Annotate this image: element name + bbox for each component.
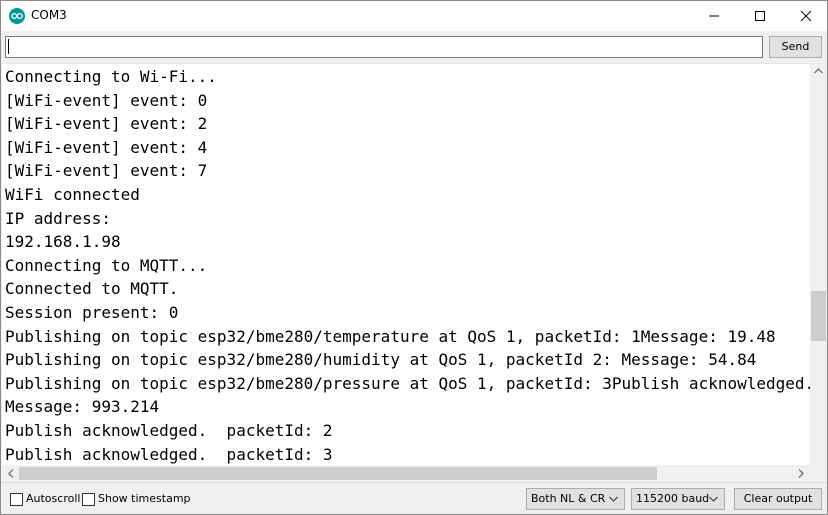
- output-line: [WiFi-event] event: 2: [5, 114, 208, 134]
- window-title: COM3: [31, 8, 67, 22]
- line-ending-value: Both NL & CR: [531, 492, 606, 505]
- show-timestamp-checkbox[interactable]: [82, 493, 95, 506]
- output-line: Connecting to Wi-Fi...: [5, 67, 217, 86]
- minimize-button[interactable]: [691, 1, 737, 31]
- output-line: [WiFi-event] event: 7: [5, 161, 208, 181]
- scroll-right-icon[interactable]: [798, 469, 804, 478]
- scrollbar-corner: [810, 465, 827, 482]
- output-line: Session present: 0: [5, 303, 179, 322]
- output-line: [WiFi-event] event: 4: [5, 137, 208, 157]
- maximize-button[interactable]: [737, 1, 783, 31]
- autoscroll-label[interactable]: Autoscroll: [26, 492, 80, 505]
- vertical-scrollbar[interactable]: [810, 63, 827, 465]
- output-line: IP address:: [5, 208, 111, 228]
- chevron-down-icon: [609, 496, 618, 502]
- vertical-scroll-thumb[interactable]: [811, 291, 826, 341]
- close-button[interactable]: [783, 1, 828, 31]
- output-line: Connecting to MQTT...: [5, 255, 208, 275]
- baud-rate-value: 115200 baud: [636, 492, 710, 505]
- output-line: Publishing on topic esp32/bme280/tempera…: [5, 326, 776, 346]
- serial-output[interactable]: Connecting to Wi-Fi... [WiFi-event] event…: [2, 63, 810, 465]
- output-line: Message: 993.214: [5, 397, 160, 417]
- autoscroll-checkbox[interactable]: [10, 493, 23, 506]
- output-line: Publish acknowledged. packetId: 2: [5, 421, 333, 440]
- horizontal-scroll-thumb[interactable]: [19, 467, 657, 480]
- bottom-bar: Autoscroll Show timestamp Both NL & CR 1…: [1, 482, 827, 514]
- output-line: Connected to MQTT.: [5, 279, 179, 299]
- clear-output-button[interactable]: Clear output: [734, 488, 822, 510]
- minimize-icon: [709, 15, 719, 17]
- output-line: WiFi connected: [5, 185, 140, 204]
- scroll-up-icon[interactable]: [814, 68, 823, 74]
- chevron-down-icon: [709, 496, 718, 502]
- output-line: Publish acknowledged. packetId: 3: [5, 444, 333, 464]
- maximize-icon: [755, 11, 765, 21]
- arduino-icon: [9, 8, 25, 24]
- close-icon: [800, 10, 812, 22]
- output-line: [WiFi-event] event: 0: [5, 90, 208, 110]
- title-bar[interactable]: COM3: [1, 1, 827, 31]
- show-timestamp-label[interactable]: Show timestamp: [98, 492, 191, 505]
- horizontal-scrollbar[interactable]: [2, 465, 810, 482]
- input-row: Send: [1, 31, 827, 63]
- send-button[interactable]: Send: [769, 36, 822, 58]
- output-line: 192.168.1.98: [5, 232, 121, 252]
- baud-rate-select[interactable]: 115200 baud: [631, 488, 725, 510]
- output-line: Publishing on topic esp32/bme280/pressur…: [5, 373, 810, 393]
- scroll-left-icon[interactable]: [8, 469, 14, 478]
- output-line: Publishing on topic esp32/bme280/humidit…: [5, 350, 757, 370]
- serial-input[interactable]: [5, 36, 763, 58]
- serial-monitor-window: COM3 Send Connecting to Wi-Fi... [WiFi-ev…: [0, 0, 828, 515]
- text-caret: [8, 39, 9, 54]
- line-ending-select[interactable]: Both NL & CR: [526, 488, 625, 510]
